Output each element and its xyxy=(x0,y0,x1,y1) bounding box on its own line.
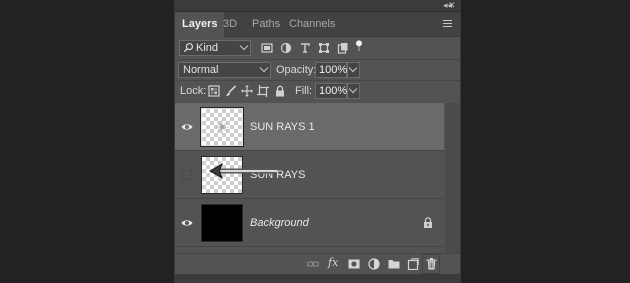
eye-icon[interactable] xyxy=(181,121,193,133)
filter-row: Kind xyxy=(175,37,460,59)
visibility-toggle-off[interactable] xyxy=(182,170,192,180)
smart-object-filter-icon[interactable] xyxy=(337,42,349,54)
layer-row-sun-rays-1[interactable]: SUN RAYS 1 xyxy=(175,103,444,151)
trash-button[interactable] xyxy=(422,254,440,274)
fx-icon[interactable]: fx xyxy=(328,256,342,269)
blend-mode-select[interactable]: Normal xyxy=(178,62,271,78)
lock-image-icon[interactable] xyxy=(225,85,237,97)
layer-name[interactable]: SUN RAYS 1 xyxy=(250,120,315,134)
chevron-down-icon xyxy=(348,84,358,94)
link-layers-icon[interactable] xyxy=(307,258,319,270)
chevron-down-icon xyxy=(348,63,358,73)
lock-position-icon[interactable] xyxy=(241,85,253,97)
panel-menu-icon[interactable] xyxy=(443,20,452,27)
panel-bottom-strip xyxy=(175,274,460,283)
blend-row: Normal Opacity: 100% xyxy=(175,60,460,80)
lock-row: Lock: Fill: 100% xyxy=(175,81,460,102)
fill-dropdown[interactable] xyxy=(347,83,360,99)
chevron-down-icon xyxy=(259,63,269,73)
layers-scrollbar[interactable] xyxy=(445,103,460,253)
eye-icon[interactable] xyxy=(181,217,193,229)
kind-label: Kind xyxy=(196,42,219,54)
sun-rays-thumbnail-art xyxy=(215,120,229,134)
type-filter-icon[interactable] xyxy=(299,42,311,54)
new-layer-icon[interactable] xyxy=(407,258,419,270)
lock-all-icon[interactable] xyxy=(274,85,286,97)
lock-label: Lock: xyxy=(180,85,207,97)
tab-3d[interactable]: 3D xyxy=(216,12,244,36)
opacity-field[interactable]: 100% xyxy=(315,62,347,78)
layer-thumbnail-background[interactable] xyxy=(201,204,243,242)
kind-filter-select[interactable]: Kind xyxy=(179,40,251,56)
panel-tab-bar: Layers 3D Paths Channels xyxy=(175,12,460,37)
layer-thumbnail-sun-rays-1[interactable] xyxy=(200,107,244,147)
chevron-down-icon xyxy=(239,41,249,51)
panel-title-strip: ◂◂ xyxy=(175,0,460,12)
adjustment-layer-icon[interactable] xyxy=(368,258,380,270)
lock-transparent-icon[interactable] xyxy=(208,85,220,97)
layer-row-background[interactable]: Background xyxy=(175,199,444,247)
annotation-arrow xyxy=(209,163,277,179)
trash-icon xyxy=(426,258,437,270)
layer-name[interactable]: Background xyxy=(250,216,309,230)
tab-paths[interactable]: Paths xyxy=(245,12,287,36)
opacity-dropdown[interactable] xyxy=(347,62,360,78)
lock-artboard-icon[interactable] xyxy=(257,85,269,97)
search-icon xyxy=(183,42,194,53)
fill-field[interactable]: 100% xyxy=(315,83,347,99)
layers-footer-toolbar: fx xyxy=(175,253,460,274)
layers-panel: ◂◂ Layers 3D Paths Channels Kind Normal … xyxy=(174,0,461,283)
panel-close-icon[interactable]: ✕ xyxy=(448,0,456,11)
opacity-label: Opacity: xyxy=(276,64,317,76)
image-filter-icon[interactable] xyxy=(261,42,273,54)
adjustment-filter-icon[interactable] xyxy=(280,42,292,54)
tab-channels[interactable]: Channels xyxy=(282,12,342,36)
shape-filter-icon[interactable] xyxy=(318,42,330,54)
add-mask-icon[interactable] xyxy=(348,258,360,270)
fill-label: Fill: xyxy=(295,85,313,97)
lock-icon xyxy=(424,217,432,228)
blend-mode-value: Normal xyxy=(183,64,219,76)
group-folder-icon[interactable] xyxy=(388,258,400,270)
filter-toggle-icon[interactable] xyxy=(353,40,365,52)
